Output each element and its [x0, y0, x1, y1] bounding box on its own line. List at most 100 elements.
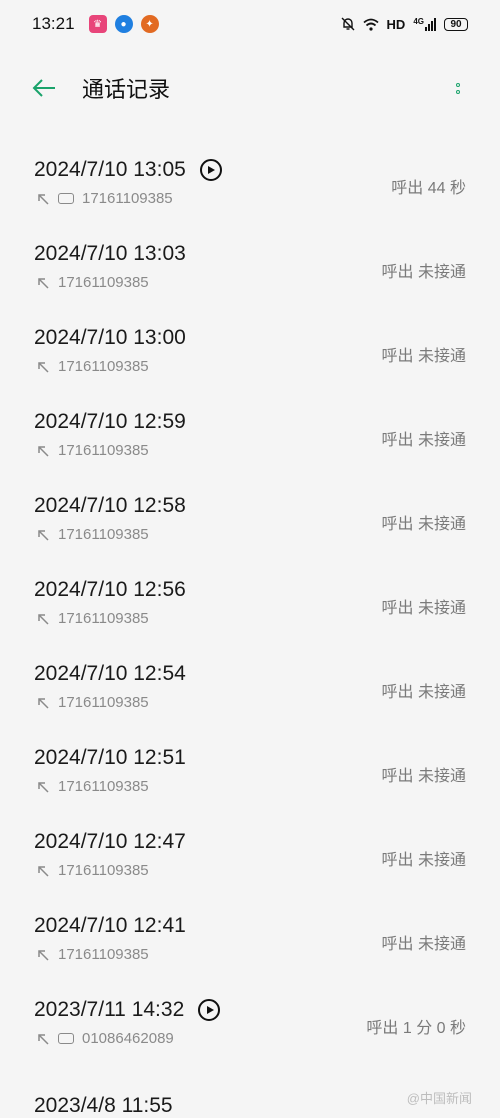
call-datetime-group: 2024/7/10 13:03 — [34, 242, 186, 266]
call-datetime: 2024/7/10 12:51 — [34, 746, 186, 769]
recording-tag-icon — [58, 193, 74, 204]
outgoing-call-icon — [38, 361, 49, 373]
call-datetime-group: 2024/7/10 12:54 — [34, 662, 186, 686]
status-time: 13:21 — [32, 14, 75, 33]
call-details: 01086462089 — [36, 1030, 174, 1047]
call-datetime-group: 2024/7/10 12:58 — [34, 494, 186, 518]
call-details: 17161109385 — [36, 610, 149, 627]
call-datetime: 2024/7/10 12:54 — [34, 662, 186, 685]
play-recording-icon[interactable] — [198, 999, 221, 1021]
back-button[interactable] — [30, 74, 58, 102]
status-right: HD 4G 90 — [341, 17, 468, 32]
call-details: 17161109385 — [36, 694, 149, 711]
call-datetime: 2024/7/10 12:47 — [34, 830, 186, 853]
call-status: 呼出 未接通 — [381, 684, 466, 701]
recording-tag-icon — [58, 1033, 74, 1044]
phone-number: 17161109385 — [58, 274, 149, 291]
call-log-row[interactable]: 2024/7/10 12:59 17161109385 呼出 未接通 — [0, 380, 500, 464]
call-details: 17161109385 — [36, 358, 149, 375]
call-datetime: 2024/7/10 12:59 — [34, 410, 186, 433]
phone-number: 17161109385 — [58, 442, 149, 459]
call-status: 呼出 未接通 — [381, 432, 466, 449]
more-dot-icon — [456, 89, 460, 94]
wifi-icon — [362, 18, 379, 31]
call-details: 17161109385 — [36, 526, 149, 543]
play-recording-icon[interactable] — [199, 159, 222, 181]
call-datetime: 2023/7/11 14:32 — [34, 998, 185, 1021]
outgoing-call-icon — [38, 781, 49, 793]
call-log-row[interactable]: 2024/7/10 12:56 17161109385 呼出 未接通 — [0, 548, 500, 632]
call-log-list: 2024/7/10 13:05 17161109385 呼出 44 秒 2024/7/… — [0, 128, 500, 1052]
back-arrow-icon — [32, 79, 55, 97]
call-details: 17161109385 — [36, 442, 149, 459]
browser-app-icon: ● — [114, 15, 133, 33]
call-datetime: 2024/7/10 12:41 — [34, 914, 186, 937]
call-datetime-group: 2024/7/10 12:56 — [34, 578, 186, 602]
phone-number: 01086462089 — [82, 1030, 174, 1047]
call-details: 17161109385 — [36, 778, 149, 795]
call-status: 呼出 未接通 — [381, 852, 466, 869]
call-datetime-partial: 2023/4/8 11:55 — [34, 1094, 173, 1117]
call-log-row[interactable]: 2024/7/10 12:51 17161109385 呼出 未接通 — [0, 716, 500, 800]
call-status: 呼出 1 分 0 秒 — [366, 1020, 466, 1037]
call-log-row[interactable]: 2024/7/10 12:54 17161109385 呼出 未接通 — [0, 632, 500, 716]
outgoing-call-icon — [38, 277, 49, 289]
call-status: 呼出 未接通 — [381, 516, 466, 533]
outgoing-call-icon — [38, 865, 49, 877]
outgoing-call-icon — [38, 193, 49, 205]
call-status: 呼出 未接通 — [381, 768, 466, 785]
call-log-row[interactable]: 2024/7/10 12:58 17161109385 呼出 未接通 — [0, 464, 500, 548]
phone-number: 17161109385 — [58, 778, 149, 795]
call-log-row[interactable]: 2024/7/10 12:41 17161109385 呼出 未接通 — [0, 884, 500, 968]
call-datetime-group: 2024/7/10 12:47 — [34, 830, 186, 854]
game-app-icon: ✦ — [140, 15, 159, 33]
hd-indicator: HD — [386, 16, 406, 32]
outgoing-call-icon — [38, 529, 49, 541]
call-log-row[interactable]: 2024/7/10 13:00 17161109385 呼出 未接通 — [0, 296, 500, 380]
outgoing-call-icon — [38, 613, 49, 625]
call-log-row[interactable]: 2024/7/10 13:05 17161109385 呼出 44 秒 — [0, 128, 500, 212]
call-datetime-group: 2024/7/10 13:00 — [34, 326, 186, 350]
call-details: 17161109385 — [36, 862, 149, 879]
call-datetime: 2024/7/10 13:00 — [34, 326, 186, 349]
more-dot-icon — [456, 82, 460, 87]
phone-number: 17161109385 — [58, 358, 149, 375]
call-status: 呼出 未接通 — [381, 348, 466, 365]
mute-bell-icon — [341, 17, 355, 31]
call-status: 呼出 未接通 — [381, 936, 466, 953]
network-type: 4G — [413, 16, 424, 26]
phone-number: 17161109385 — [58, 946, 149, 963]
call-details: 17161109385 — [36, 274, 149, 291]
call-datetime: 2024/7/10 12:58 — [34, 494, 186, 517]
outgoing-call-icon — [38, 697, 49, 709]
call-datetime-group: 2023/7/11 14:32 — [34, 998, 221, 1022]
shopping-app-icon: ♛ — [88, 15, 107, 33]
call-log-row[interactable]: 2024/7/10 12:47 17161109385 呼出 未接通 — [0, 800, 500, 884]
call-datetime-group: 2024/7/10 12:41 — [34, 914, 186, 938]
phone-number: 17161109385 — [58, 610, 149, 627]
call-datetime-group: 2024/7/10 12:59 — [34, 410, 186, 434]
outgoing-call-icon — [38, 445, 49, 457]
call-status: 呼出 未接通 — [381, 264, 466, 281]
call-datetime: 2024/7/10 13:03 — [34, 242, 186, 265]
cell-signal-icon: 4G — [413, 16, 436, 31]
more-options-button[interactable] — [450, 74, 466, 102]
status-bar: 13:21 ♛ ● ✦ HD 4G 90 — [0, 0, 500, 48]
call-datetime: 2024/7/10 13:05 — [34, 158, 186, 181]
phone-number: 17161109385 — [58, 862, 149, 879]
app-bar: 通话记录 — [0, 60, 500, 116]
call-log-row[interactable]: 2024/7/10 13:03 17161109385 呼出 未接通 — [0, 212, 500, 296]
battery-icon: 90 — [444, 17, 468, 31]
call-datetime-group: 2024/7/10 13:05 — [34, 158, 222, 182]
phone-number: 17161109385 — [58, 694, 149, 711]
phone-number: 17161109385 — [82, 190, 173, 207]
call-log-row[interactable]: 2023/7/11 14:32 01086462089 呼出 1 分 0 秒 — [0, 968, 500, 1052]
call-details: 17161109385 — [36, 190, 173, 207]
notification-icons: ♛ ● ✦ — [88, 15, 159, 33]
call-datetime: 2024/7/10 12:56 — [34, 578, 186, 601]
outgoing-call-icon — [38, 949, 49, 961]
watermark: @中国新闻 — [406, 1091, 472, 1106]
call-datetime-group: 2024/7/10 12:51 — [34, 746, 186, 770]
outgoing-call-icon — [38, 1033, 49, 1045]
phone-number: 17161109385 — [58, 526, 149, 543]
